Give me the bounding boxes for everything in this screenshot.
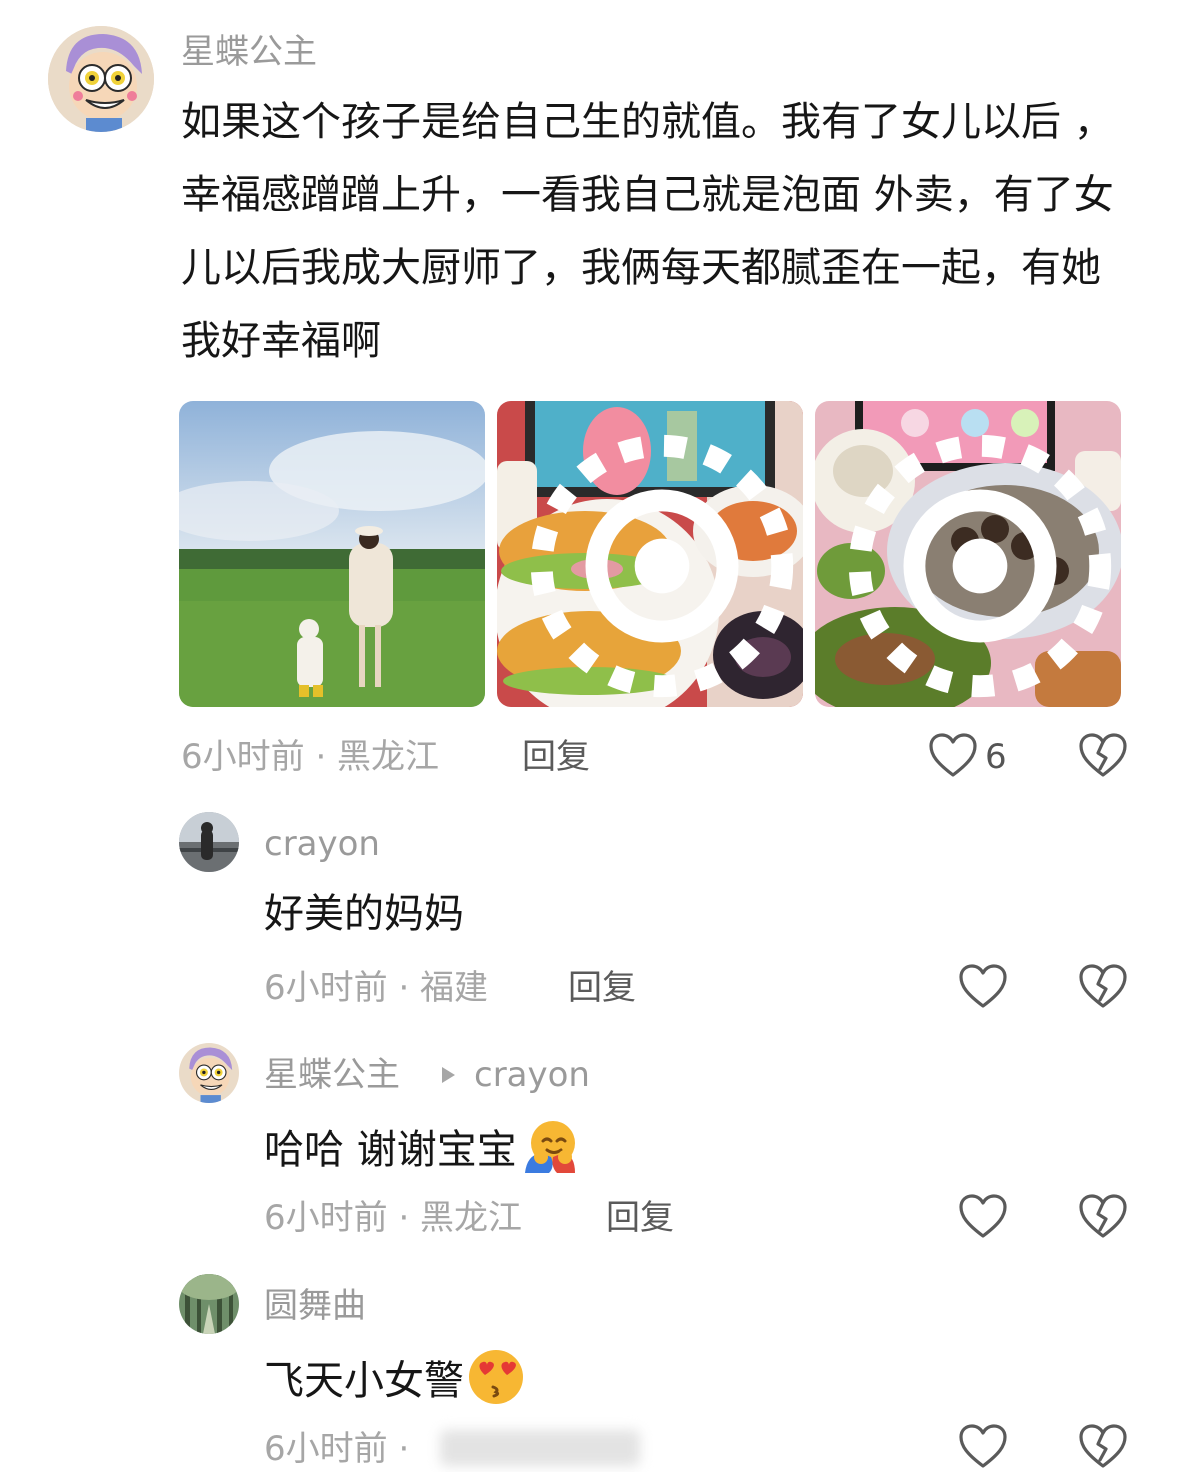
reply-button[interactable]: 回复: [522, 737, 590, 777]
blurred-reply-button: [440, 1430, 640, 1466]
dislike-button[interactable]: [1077, 731, 1129, 781]
reply-time-location: 6小时前 · 福建: [264, 968, 489, 1008]
cartoon-avatar-icon: [179, 1043, 239, 1103]
heart-outline-icon: [959, 1194, 1007, 1238]
broken-heart-icon: [1079, 964, 1127, 1008]
heart-outline-icon: [929, 733, 977, 777]
like-count: 6: [985, 737, 1007, 777]
reply-username[interactable]: 圆舞曲: [264, 1286, 366, 1326]
avatar[interactable]: [179, 812, 239, 872]
reply-text: 哈哈 谢谢宝宝: [264, 1127, 517, 1173]
comment-photo-3[interactable]: [815, 401, 1121, 707]
dislike-button[interactable]: [1077, 962, 1129, 1012]
avatar[interactable]: [179, 1043, 239, 1103]
avatar[interactable]: [179, 1274, 239, 1334]
broken-heart-icon: [1079, 1194, 1127, 1238]
comment-photo-1[interactable]: [179, 401, 485, 707]
cartoon-avatar-icon: [48, 26, 154, 132]
reply-username[interactable]: 星蝶公主: [264, 1055, 400, 1095]
hugging-face-emoji: [524, 1121, 575, 1173]
comment-photo-2[interactable]: [497, 401, 803, 707]
reply-arrow-icon: [442, 1067, 455, 1083]
reply-text-row: 哈哈 谢谢宝宝: [264, 1108, 579, 1184]
comment-time-location: 6小时前 · 黑龙江: [181, 737, 440, 777]
photo-avatar-icon: [179, 812, 239, 872]
reply-to-username[interactable]: crayon: [474, 1055, 590, 1095]
like-button[interactable]: [957, 962, 1009, 1012]
reply-time-location: 6小时前 ·: [264, 1429, 410, 1469]
reply-username[interactable]: crayon: [264, 824, 380, 864]
reply-button[interactable]: 回复: [606, 1198, 674, 1238]
heart-outline-icon: [959, 1424, 1007, 1468]
kissing-heart-eyes-emoji: [469, 1350, 523, 1404]
comment-username[interactable]: 星蝶公主: [181, 32, 317, 72]
like-button[interactable]: [957, 1192, 1009, 1242]
reply-text: 飞天小女警: [264, 1358, 464, 1404]
reply-text-row: 飞天小女警: [264, 1339, 526, 1415]
like-button[interactable]: [927, 731, 979, 781]
reply-text: 好美的妈妈: [264, 891, 464, 937]
live-photo-icon: [530, 434, 794, 698]
broken-heart-icon: [1079, 1424, 1127, 1468]
comment-text: 如果这个孩子是给自己生的就值。我有了女儿以后 ，幸福感蹭蹭上升，一看我自己就是泡…: [181, 99, 1114, 364]
dislike-button[interactable]: [1077, 1192, 1129, 1242]
heart-outline-icon: [959, 964, 1007, 1008]
dislike-button[interactable]: [1077, 1422, 1129, 1472]
live-photo-icon: [848, 434, 1112, 698]
reply-time-location: 6小时前 · 黑龙江: [264, 1198, 523, 1238]
broken-heart-icon: [1079, 733, 1127, 777]
reply-button[interactable]: 回复: [568, 968, 636, 1008]
forest-avatar-icon: [179, 1274, 239, 1334]
like-button[interactable]: [957, 1422, 1009, 1472]
avatar[interactable]: [48, 26, 154, 132]
